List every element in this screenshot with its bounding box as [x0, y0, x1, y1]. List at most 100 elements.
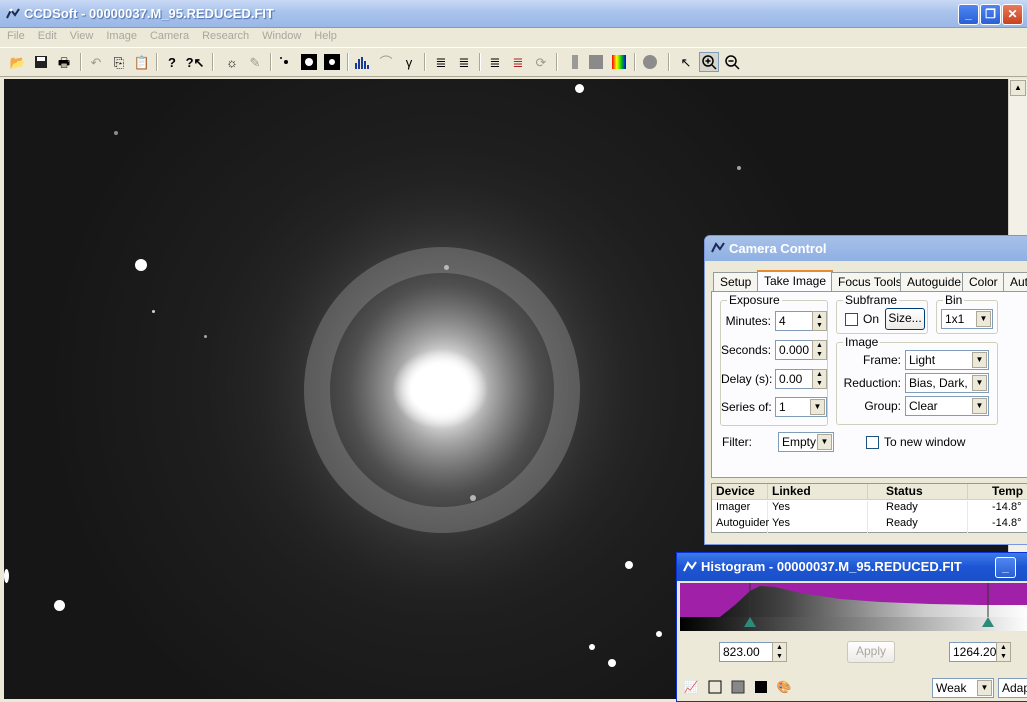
zoom-out-icon[interactable] — [722, 52, 742, 72]
stack-icon[interactable]: ≣ — [431, 52, 451, 72]
to-new-window-checkbox[interactable] — [866, 436, 879, 449]
seconds-input[interactable]: 0.000 — [775, 340, 813, 360]
open-icon[interactable]: 📂 — [8, 52, 28, 72]
menu-camera[interactable]: Camera — [143, 28, 195, 42]
low-level-marker[interactable] — [744, 617, 756, 627]
histogram-mode-select[interactable]: Weak ▼ — [932, 678, 994, 698]
menu-research[interactable]: Research — [195, 28, 255, 42]
minutes-spinner[interactable]: ▲ ▼ — [812, 311, 827, 331]
tab-autoguide[interactable]: Autoguide — [900, 272, 969, 291]
group-select[interactable]: Clear ▼ — [905, 396, 989, 416]
color-palette-icon[interactable]: 🎨 — [776, 680, 792, 696]
histogram-icon[interactable] — [353, 52, 373, 72]
context-help-icon[interactable]: ?↖ — [185, 52, 205, 72]
menu-file[interactable]: File — [0, 28, 31, 42]
pointer-icon[interactable]: ↖ — [676, 52, 696, 72]
stars-medium-icon[interactable] — [299, 52, 319, 72]
delay-input[interactable]: 0.00 — [775, 369, 813, 389]
chevron-down-icon[interactable]: ▼ — [972, 398, 987, 414]
histogram-title-bar[interactable]: Histogram - 00000037.M_95.REDUCED.FIT _ — [677, 553, 1027, 581]
gray-square-icon[interactable] — [730, 680, 746, 696]
subframe-size-button[interactable]: Size... — [885, 308, 925, 330]
table-row-autoguider-status: Ready — [868, 517, 968, 533]
square-outline-icon[interactable] — [707, 680, 723, 696]
high-level-marker[interactable] — [982, 617, 994, 627]
gray-box-icon[interactable] — [586, 52, 606, 72]
table-row-autoguider-linked: Yes — [768, 517, 868, 533]
stars-small-icon[interactable] — [276, 52, 296, 72]
paste-icon[interactable]: 📋 — [132, 52, 152, 72]
menu-window[interactable]: Window — [255, 28, 307, 42]
seconds-spinner[interactable]: ▲ ▼ — [812, 340, 827, 360]
circle-icon[interactable] — [640, 52, 660, 72]
linked-column-header[interactable]: Linked — [768, 484, 868, 500]
histogram-low-input[interactable]: 823.00 — [719, 642, 773, 662]
status-column-header[interactable]: Status — [868, 484, 968, 500]
color-stack-icon[interactable]: ≣ — [485, 52, 505, 72]
temp-column-header[interactable]: Temp — [968, 484, 1027, 500]
apply-button[interactable]: Apply — [847, 641, 895, 663]
histogram-minimize-button[interactable]: _ — [995, 557, 1016, 578]
histogram-mode2-select[interactable]: Adap — [998, 678, 1027, 698]
chevron-down-icon[interactable]: ▼ — [972, 352, 987, 368]
menu-view[interactable]: View — [63, 28, 100, 42]
tab-color[interactable]: Color — [962, 272, 1005, 291]
bin-select[interactable]: 1x1 ▼ — [941, 309, 993, 329]
gray-bar-icon[interactable] — [565, 52, 585, 72]
restore-button[interactable]: ❐ — [980, 4, 1001, 25]
histogram-high-input[interactable]: 1264.20 — [949, 642, 997, 662]
brightness-icon[interactable]: ☼ — [222, 52, 242, 72]
main-title-bar[interactable]: CCDSoft - 00000037.M_95.REDUCED.FIT _ ❐ … — [0, 0, 1027, 28]
spectrum-icon[interactable] — [609, 52, 629, 72]
chevron-down-icon[interactable]: ▼ — [810, 399, 825, 415]
eraser-icon[interactable]: ✎ — [245, 52, 265, 72]
minimize-button[interactable]: _ — [958, 4, 979, 25]
frame-select[interactable]: Light ▼ — [905, 350, 989, 370]
table-row-imager-device[interactable]: Imager — [712, 501, 768, 517]
print-icon[interactable]: 🖶 — [54, 52, 74, 72]
histogram-title: Histogram - 00000037.M_95.REDUCED.FIT — [701, 559, 962, 574]
scroll-up-icon[interactable]: ▲ — [1010, 80, 1026, 96]
histogram-low-spinner[interactable]: ▲ ▼ — [772, 642, 787, 662]
menu-edit[interactable]: Edit — [31, 28, 63, 42]
histogram-chart-icon[interactable]: 📈 — [683, 680, 699, 696]
histogram-plot[interactable] — [680, 583, 1027, 617]
chevron-down-icon[interactable]: ▼ — [977, 680, 992, 696]
tab-focus-tools[interactable]: Focus Tools — [831, 272, 909, 291]
device-column-header[interactable]: Device — [712, 484, 768, 500]
chevron-down-icon[interactable]: ▼ — [817, 434, 832, 450]
curve-icon[interactable]: ⌒ — [376, 52, 396, 72]
chevron-down-icon[interactable]: ▼ — [972, 375, 987, 391]
undo-icon[interactable]: ↶ — [86, 52, 106, 72]
exposure-group: Exposure Minutes: 4 ▲ ▼ Seconds: 0.000 ▲ ▼… — [720, 293, 828, 426]
series-value: 1 — [779, 400, 786, 414]
frame-value: Light — [909, 353, 936, 367]
tab-setup[interactable]: Setup — [713, 272, 759, 291]
minutes-input[interactable]: 4 — [775, 311, 813, 331]
refresh-stack-icon[interactable]: ⟳ — [531, 52, 551, 72]
histogram-high-spinner[interactable]: ▲ ▼ — [996, 642, 1011, 662]
series-select[interactable]: 1 ▼ — [775, 397, 827, 417]
table-row-autoguider-device[interactable]: Autoguider — [712, 517, 769, 533]
tab-take-image[interactable]: Take Image — [757, 270, 834, 292]
delay-spinner[interactable]: ▲ ▼ — [812, 369, 827, 389]
gamma-icon[interactable]: γ — [399, 52, 419, 72]
menu-image[interactable]: Image — [99, 28, 143, 42]
rgb-stack-icon[interactable]: ≣ — [508, 52, 528, 72]
black-square-icon[interactable] — [753, 680, 769, 696]
menu-help[interactable]: Help — [307, 28, 343, 42]
filter-select[interactable]: Empty ▼ — [778, 432, 834, 452]
tab-auto[interactable]: Auto — [1003, 272, 1027, 291]
stars-large-icon[interactable] — [322, 52, 342, 72]
camera-control-title-bar[interactable]: Camera Control — [705, 236, 1027, 261]
save-icon[interactable] — [31, 52, 51, 72]
subframe-on-checkbox[interactable] — [845, 313, 858, 326]
chevron-down-icon[interactable]: ▼ — [976, 311, 991, 327]
zoom-in-icon[interactable] — [699, 52, 719, 72]
copy-icon[interactable]: ⎘ — [109, 52, 129, 72]
stack-align-icon[interactable]: ≣ — [454, 52, 474, 72]
close-button[interactable]: ✕ — [1002, 4, 1023, 25]
delay-label: Delay (s): — [721, 372, 773, 386]
reduction-select[interactable]: Bias, Dark, F ▼ — [905, 373, 989, 393]
help-icon[interactable]: ? — [162, 52, 182, 72]
